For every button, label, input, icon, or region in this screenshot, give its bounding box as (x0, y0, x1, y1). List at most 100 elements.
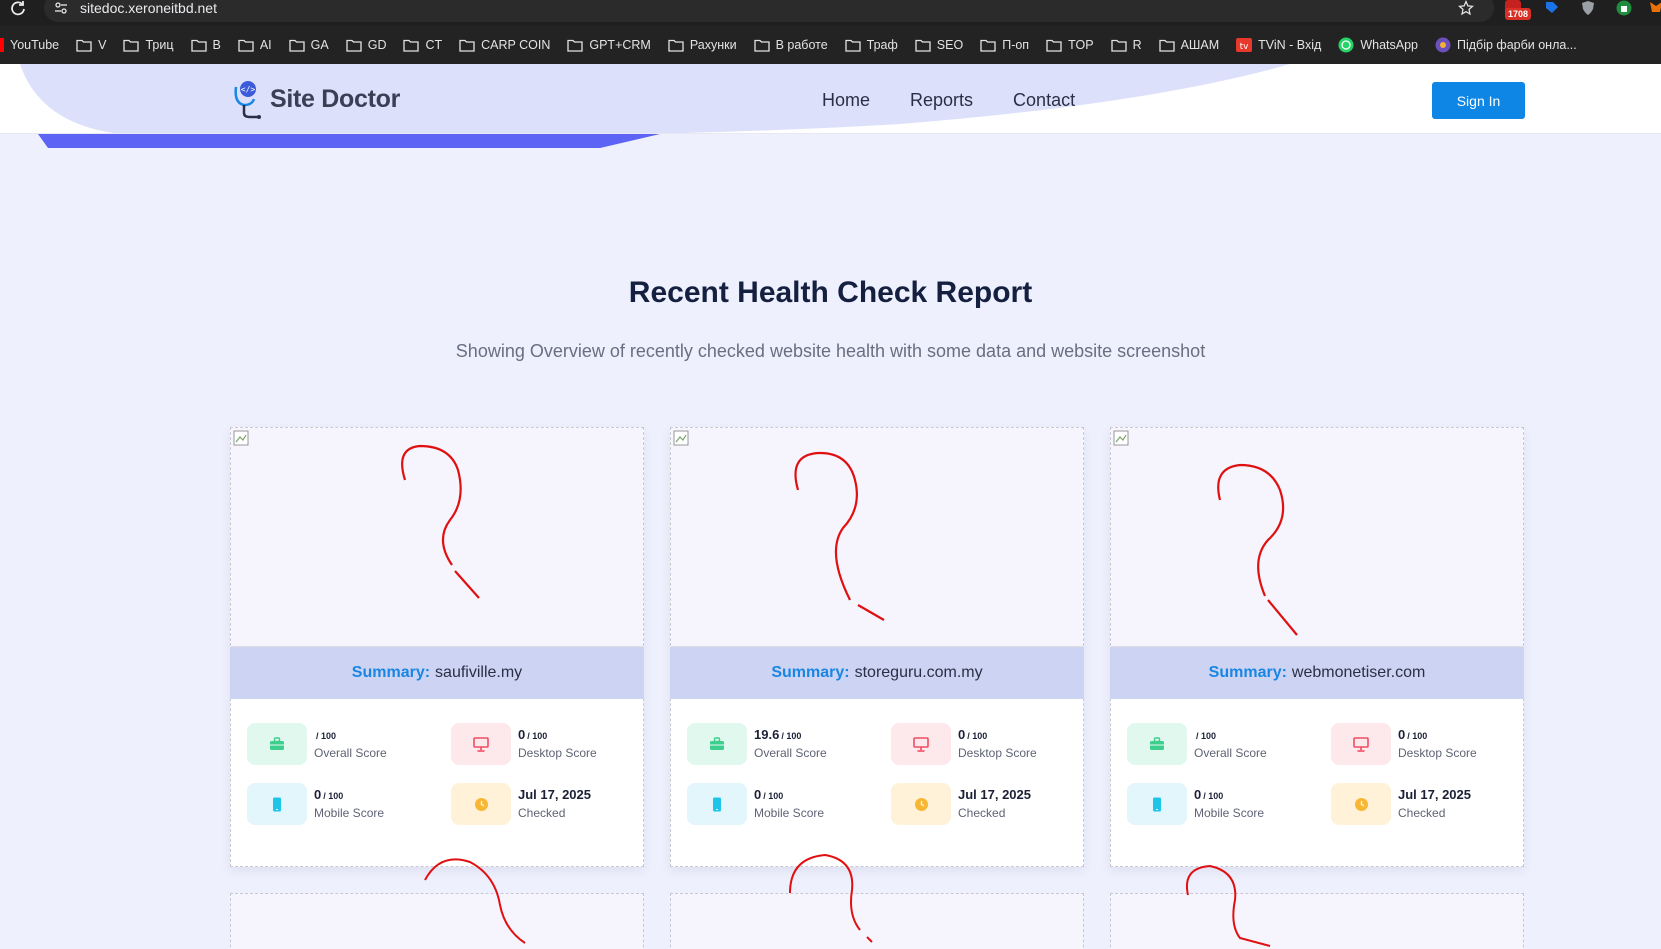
desktop-monitor-icon (473, 736, 489, 752)
extension-tag-icon[interactable] (1544, 0, 1560, 16)
overall-score-label: Overall Score (754, 746, 827, 760)
extension-shield-icon[interactable] (1580, 0, 1596, 16)
site-logo[interactable]: </> Site Doctor (232, 79, 400, 119)
report-card[interactable]: Summary: webmonetiser.com / 100 Overall Sco… (1110, 427, 1524, 867)
desktop-score-label: Desktop Score (518, 746, 597, 760)
folder-icon (1046, 39, 1062, 52)
whatsapp-icon (1338, 37, 1354, 53)
bookmark-item[interactable]: B (190, 34, 221, 56)
desktop-score-stat: 0/ 100 Desktop Score (451, 723, 597, 765)
site-header: </> Site Doctor Home Reports Contact Sig… (0, 64, 1661, 134)
bookmark-label: R (1132, 38, 1142, 52)
bookmark-item[interactable]: TOP (1046, 34, 1094, 56)
folder-icon (753, 39, 770, 52)
desktop-score-value: 0 (518, 727, 526, 742)
desktop-score-icon-box (891, 723, 951, 765)
main-nav: Home Reports Contact (822, 90, 1115, 111)
checked-date-stat: Jul 17, 2025 Checked (891, 783, 1031, 825)
bookmark-item[interactable]: R (1110, 34, 1142, 56)
bookmark-item[interactable]: V (76, 34, 106, 56)
folder-icon (289, 39, 305, 52)
extension-thumbs-icon[interactable] (1616, 0, 1632, 16)
checked-date-label: Checked (958, 806, 1006, 820)
bookmark-item[interactable]: Підбір фарби онла... (1435, 34, 1577, 56)
briefcase-icon (710, 737, 724, 750)
card-summary[interactable]: Summary: saufiville.my (230, 647, 644, 699)
bookmark-label: YouTube (10, 38, 60, 52)
bookmark-item[interactable]: АШАМ (1158, 34, 1219, 56)
reload-icon[interactable] (10, 0, 26, 16)
folder-icon (567, 39, 584, 52)
bookmark-item[interactable]: Траф (845, 34, 898, 56)
bookmark-label: П-оп (1002, 38, 1030, 52)
logo-text: Site Doctor (270, 84, 401, 113)
folder-icon (668, 39, 684, 52)
bookmark-item[interactable]: GPT+CRM (567, 34, 651, 56)
youtube-icon (0, 38, 4, 52)
bookmark-item[interactable]: CARP COIN (459, 34, 550, 56)
card-summary[interactable]: Summary: storeguru.com.my (670, 647, 1084, 699)
bookmark-item[interactable]: GA (289, 34, 329, 56)
section-subtitle: Showing Overview of recently checked web… (455, 341, 1206, 361)
overall-score-value: 19.6 (754, 727, 780, 742)
bookmark-label: Триц (145, 38, 174, 52)
mobile-score-icon-box (247, 783, 307, 825)
bookmark-item[interactable]: tv TViN - Вхід (1236, 34, 1321, 56)
checked-date-value: Jul 17, 2025 (518, 787, 591, 802)
bookmark-item[interactable]: SEO (915, 34, 963, 56)
bookmark-item[interactable]: В работе (753, 34, 828, 56)
summary-label: Summary: (1208, 664, 1287, 681)
bookmark-item[interactable]: Триц (123, 34, 174, 56)
desktop-score-value: 0 (958, 727, 966, 742)
bookmark-item[interactable]: YouTube (0, 34, 59, 56)
address-bar[interactable] (44, 0, 1494, 22)
bookmark-item[interactable]: CT (403, 34, 442, 56)
mobile-score-label: Mobile Score (1194, 806, 1265, 820)
folder-icon (1110, 39, 1127, 52)
report-card[interactable]: Summary: storeguru.com.my 19.6 / 100 Overall… (670, 427, 1084, 867)
extension-fox-icon[interactable] (1648, 0, 1661, 16)
overall-score-label: Overall Score (1194, 746, 1267, 760)
mobile-score-unit: / 100 (1203, 791, 1224, 801)
paint-picker-icon (1435, 37, 1451, 53)
nav-home[interactable]: Home (822, 90, 871, 111)
svg-text:tv: tv (1240, 42, 1250, 52)
broken-image-icon (673, 430, 689, 446)
checked-date-stat: Jul 17, 2025 Checked (1331, 783, 1471, 825)
bookmark-item[interactable]: Рахунки (668, 34, 737, 56)
desktop-score-value: 0 (1398, 727, 1406, 742)
nav-reports[interactable]: Reports (910, 90, 973, 111)
checked-date-value: Jul 17, 2025 (1398, 787, 1471, 802)
overall-score-stat: / 100 Overall Score (247, 723, 387, 765)
mobile-score-unit: / 100 (763, 791, 784, 801)
bookmark-item[interactable]: WhatsApp (1338, 34, 1418, 56)
report-card-partial[interactable] (670, 893, 1084, 949)
header-blue-strip (38, 134, 660, 148)
summary-domain: webmonetiser.com (1291, 664, 1426, 681)
bookmark-item[interactable]: П-оп (980, 34, 1029, 56)
website-screenshot[interactable] (231, 428, 643, 647)
desktop-score-icon-box (1331, 723, 1391, 765)
report-card-partial[interactable] (1110, 893, 1524, 949)
bookmark-item[interactable]: GD (346, 34, 386, 56)
clock-icon (914, 797, 928, 811)
website-screenshot[interactable] (1111, 428, 1523, 647)
website-screenshot[interactable] (671, 428, 1083, 647)
bookmark-item[interactable]: AI (238, 34, 272, 56)
bookmark-label: TViN - Вхід (1258, 38, 1322, 52)
broken-image-icon (233, 430, 249, 446)
bookmark-label: В работе (775, 38, 828, 52)
folder-icon (980, 39, 996, 52)
mobile-score-stat: 0/ 100 Mobile Score (247, 783, 384, 825)
bookmark-star-icon[interactable] (1458, 0, 1474, 16)
checked-date-icon-box (891, 783, 951, 825)
report-card-partial[interactable] (230, 893, 644, 949)
card-summary[interactable]: Summary: webmonetiser.com (1110, 647, 1524, 699)
report-card[interactable]: Summary: saufiville.my / 100 Overall Score 0… (230, 427, 644, 867)
sign-in-button[interactable]: Sign In (1432, 82, 1525, 119)
url-text[interactable]: sitedoc.xeroneitbd.net (80, 0, 217, 16)
nav-contact[interactable]: Contact (1013, 90, 1075, 111)
folder-icon (915, 39, 931, 52)
mobile-score-value: 0 (754, 787, 762, 802)
site-info-icon[interactable] (54, 1, 68, 15)
